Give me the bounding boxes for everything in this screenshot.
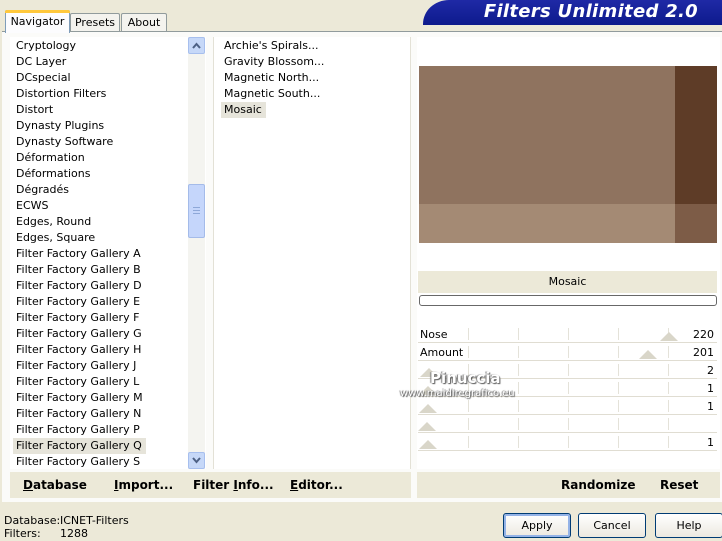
apply-button[interactable]: Apply [503, 513, 571, 538]
category-item[interactable]: Distort [13, 102, 57, 118]
progress-bar [419, 295, 717, 306]
category-item[interactable]: Dynasty Plugins [13, 118, 108, 134]
category-item[interactable]: Déformation [13, 150, 89, 166]
filter-item[interactable]: Mosaic [221, 102, 266, 118]
database-label: Database: [4, 514, 61, 527]
banner-title: Filters Unlimited 2.0 [483, 1, 698, 22]
slider-value: 220 [693, 328, 714, 341]
chevron-up-icon [192, 42, 201, 49]
category-item[interactable]: Cryptology [13, 38, 80, 54]
slider-label: Amount [420, 346, 464, 359]
slider-knob[interactable] [419, 404, 437, 413]
tab-presets[interactable]: Presets [70, 13, 120, 32]
preview-bottom-strip [419, 204, 675, 243]
slider-value: 1 [707, 436, 714, 449]
category-item[interactable]: DC Layer [13, 54, 70, 70]
category-item[interactable]: Edges, Square [13, 230, 99, 246]
title-banner: Filters Unlimited 2.0 [423, 0, 722, 25]
category-item[interactable]: Déformations [13, 166, 94, 182]
filter-item[interactable]: Magnetic South... [221, 86, 324, 102]
category-item[interactable]: DCspecial [13, 70, 75, 86]
editor-button[interactable]: Editor... [290, 478, 343, 493]
scroll-down-button[interactable] [188, 452, 205, 469]
category-item[interactable]: ECWS [13, 198, 53, 214]
import-button[interactable]: Import... [114, 478, 173, 493]
category-item[interactable]: Dynasty Software [13, 134, 117, 150]
reset-button[interactable]: Reset [660, 478, 698, 493]
category-scrollbar[interactable] [188, 37, 205, 469]
category-item[interactable]: Filter Factory Gallery G [13, 326, 146, 342]
category-item[interactable]: Filter Factory Gallery J [13, 358, 140, 374]
database-button[interactable]: Database [23, 478, 87, 493]
category-item[interactable]: Filter Factory Gallery E [13, 294, 144, 310]
category-item[interactable]: Filter Factory Gallery Q [13, 438, 146, 454]
tab-navigator[interactable]: Navigator [5, 10, 70, 33]
preview-right-strip [675, 66, 717, 204]
category-item[interactable]: Filter Factory Gallery P [13, 422, 144, 438]
category-item[interactable]: Edges, Round [13, 214, 95, 230]
category-item[interactable]: Filter Factory Gallery F [13, 310, 143, 326]
filter-item[interactable]: Magnetic North... [221, 70, 323, 86]
category-item[interactable]: Dégradés [13, 182, 73, 198]
cancel-button[interactable]: Cancel [578, 513, 646, 538]
slider-row[interactable]: Amount 201 [418, 344, 717, 361]
category-item[interactable]: Filter Factory Gallery L [13, 374, 143, 390]
slider-value: 1 [707, 400, 714, 413]
scrollbar-thumb[interactable] [188, 184, 205, 238]
slider-value: 201 [693, 346, 714, 359]
watermark-url: www.maidiregrafico.eu [400, 388, 515, 399]
category-item[interactable]: Filter Factory Gallery B [13, 262, 145, 278]
category-item[interactable]: Filter Factory Gallery H [13, 342, 145, 358]
filter-item[interactable]: Archie's Spirals... [221, 38, 322, 54]
scroll-up-button[interactable] [188, 37, 205, 54]
filter-info-button[interactable]: Filter Info... [193, 478, 274, 493]
category-item[interactable]: Filter Factory Gallery M [13, 390, 147, 406]
category-item[interactable]: Filter Factory Gallery S [13, 454, 144, 470]
filter-preview-image [419, 66, 717, 243]
tab-about[interactable]: About [121, 13, 167, 32]
slider-knob[interactable] [639, 350, 657, 359]
filter-item[interactable]: Gravity Blossom... [221, 54, 328, 70]
randomize-button[interactable]: Randomize [561, 478, 635, 493]
category-item[interactable]: Distortion Filters [13, 86, 110, 102]
filters-count: 1288 [60, 527, 88, 540]
category-item[interactable]: Filter Factory Gallery N [13, 406, 145, 422]
filter-title: Mosaic [418, 271, 717, 293]
slider-row[interactable]: 1 [418, 398, 717, 415]
slider-knob[interactable] [418, 422, 436, 431]
category-item[interactable]: Filter Factory Gallery A [13, 246, 145, 262]
slider-row[interactable]: Nose 220 [418, 326, 717, 343]
slider-value: 2 [707, 364, 714, 377]
slider-knob[interactable] [419, 440, 437, 449]
chevron-down-icon [192, 457, 201, 464]
help-button[interactable]: Help [655, 513, 722, 538]
slider-row[interactable]: 1 [418, 434, 717, 451]
watermark-name: Pinuccia [430, 369, 501, 387]
slider-label: Nose [420, 328, 448, 341]
slider-value: 1 [707, 382, 714, 395]
category-item[interactable]: Filter Factory Gallery D [13, 278, 146, 294]
slider-row[interactable] [418, 416, 717, 433]
slider-knob[interactable] [660, 332, 678, 341]
database-value: ICNET-Filters [60, 514, 129, 527]
filters-label: Filters: [4, 527, 41, 540]
preview-corner [675, 204, 717, 243]
